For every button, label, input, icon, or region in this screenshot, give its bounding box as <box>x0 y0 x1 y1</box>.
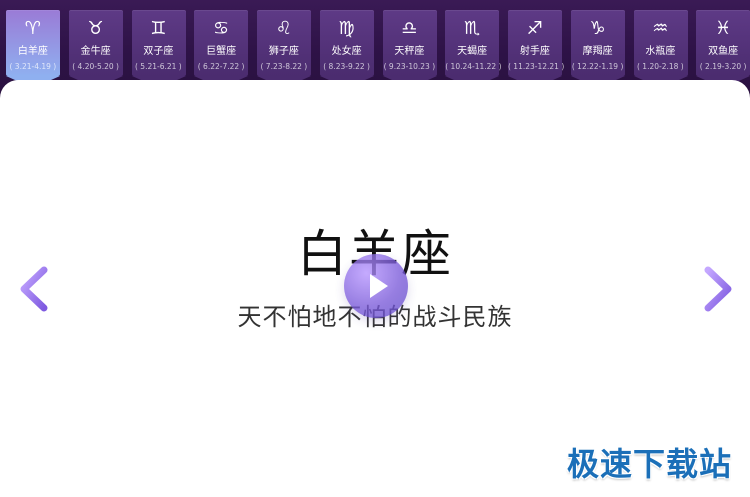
chevron-left-icon <box>20 266 48 312</box>
tab-capricorn[interactable]: ♑ 摩羯座 ( 12.22-1.19 ) <box>570 10 625 88</box>
tab-leo[interactable]: ♌ 狮子座 ( 7.23-8.22 ) <box>257 10 311 88</box>
aquarius-icon: ♒ <box>652 18 669 39</box>
leo-icon: ♌ <box>275 18 292 39</box>
tab-gemini[interactable]: ♊ 双子座 ( 5.21-6.21 ) <box>131 10 186 88</box>
tab-date-range: ( 12.22-1.19 ) <box>571 62 624 71</box>
sagittarius-icon: ♐ <box>526 18 543 39</box>
tab-label: 处女座 <box>331 46 362 57</box>
tab-label: 双子座 <box>143 46 174 57</box>
tab-label: 天秤座 <box>394 46 425 57</box>
tab-label: 射手座 <box>519 46 550 57</box>
tab-aquarius[interactable]: ♒ 水瓶座 ( 1.20-2.18 ) <box>633 10 688 88</box>
top-header: ♈ 白羊座 ( 3.21-4.19 ) ♉ 金牛座 ( 4.20-5.20 ) … <box>0 0 750 92</box>
tab-aries[interactable]: ♈ 白羊座 ( 3.21-4.19 ) <box>6 10 60 88</box>
scorpio-icon: ♏ <box>464 18 481 39</box>
tab-date-range: ( 10.24-11.22 ) <box>445 62 502 71</box>
prev-button[interactable] <box>14 262 54 316</box>
tab-pisces[interactable]: ♓ 双鱼座 ( 2.19-3.20 ) <box>696 10 750 88</box>
tab-label: 狮子座 <box>268 46 299 57</box>
tab-scorpio[interactable]: ♏ 天蝎座 ( 10.24-11.22 ) <box>445 10 502 88</box>
tab-label: 天蝎座 <box>457 46 488 57</box>
gemini-icon: ♊ <box>150 18 167 39</box>
tab-libra[interactable]: ♎ 天秤座 ( 9.23-10.23 ) <box>382 10 437 88</box>
zodiac-tab-bar: ♈ 白羊座 ( 3.21-4.19 ) ♉ 金牛座 ( 4.20-5.20 ) … <box>6 10 750 90</box>
pisces-icon: ♓ <box>715 18 732 39</box>
tab-label: 水瓶座 <box>645 46 676 57</box>
tab-label: 巨蟹座 <box>206 46 237 57</box>
tab-date-range: ( 2.19-3.20 ) <box>699 62 747 71</box>
tab-date-range: ( 7.23-8.22 ) <box>260 62 308 71</box>
tab-date-range: ( 11.23-12.21 ) <box>508 62 565 71</box>
play-icon <box>370 274 388 298</box>
taurus-icon: ♉ <box>87 18 104 39</box>
tab-label: 摩羯座 <box>582 46 613 57</box>
next-button[interactable] <box>698 262 738 316</box>
tab-date-range: ( 6.22-7.22 ) <box>197 62 245 71</box>
tab-date-range: ( 8.23-9.22 ) <box>323 62 370 71</box>
libra-icon: ♎ <box>401 18 418 39</box>
tab-date-range: ( 5.21-6.21 ) <box>135 62 182 71</box>
tab-sagittarius[interactable]: ♐ 射手座 ( 11.23-12.21 ) <box>508 10 565 88</box>
tab-date-range: ( 4.20-5.20 ) <box>72 62 119 71</box>
chevron-right-icon <box>704 266 732 312</box>
virgo-icon: ♍ <box>338 18 355 39</box>
tab-virgo[interactable]: ♍ 处女座 ( 8.23-9.22 ) <box>319 10 374 88</box>
play-button[interactable] <box>344 254 408 318</box>
tab-taurus[interactable]: ♉ 金牛座 ( 4.20-5.20 ) <box>68 10 123 88</box>
tab-cancer[interactable]: ♋ 巨蟹座 ( 6.22-7.22 ) <box>194 10 249 88</box>
tab-label: 金牛座 <box>80 46 111 57</box>
tab-label: 双鱼座 <box>708 46 739 57</box>
tab-label: 白羊座 <box>17 46 48 57</box>
watermark-logo: 极速下载站 <box>566 445 732 483</box>
capricorn-icon: ♑ <box>589 18 606 39</box>
cancer-icon: ♋ <box>213 18 230 39</box>
tab-date-range: ( 3.21-4.19 ) <box>9 62 57 71</box>
tab-date-range: ( 1.20-2.18 ) <box>637 62 684 71</box>
tab-date-range: ( 9.23-10.23 ) <box>383 62 436 71</box>
aries-icon: ♈ <box>24 18 41 39</box>
